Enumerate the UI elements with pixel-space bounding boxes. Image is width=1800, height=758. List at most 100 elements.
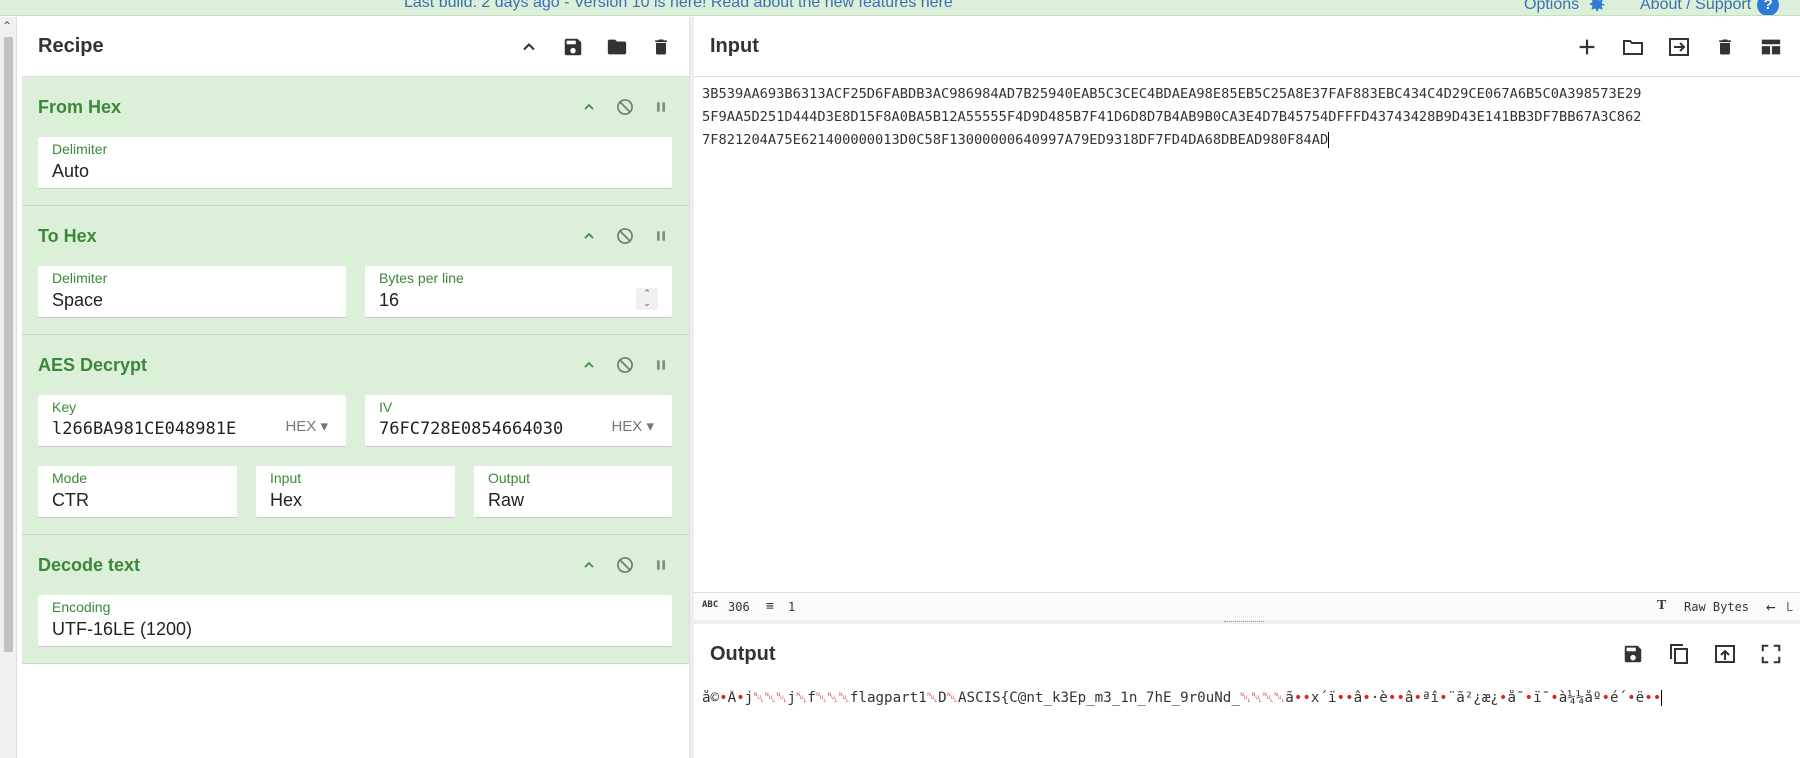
field-value: 76FC728E0854664030 bbox=[379, 419, 564, 439]
collapse-operation-icon[interactable] bbox=[579, 555, 599, 575]
control-char-glyph: • bbox=[736, 690, 745, 706]
recipe-header: Recipe bbox=[22, 17, 689, 77]
control-char-glyph: •• bbox=[1336, 690, 1354, 706]
disable-operation-icon[interactable] bbox=[615, 97, 635, 117]
aes-key-field[interactable]: Key l266BA981CE048981E HEX ▾ bbox=[38, 395, 346, 447]
input-textarea[interactable]: 3B539AA693B6313ACF25D6FABDB3AC986984AD7B… bbox=[702, 83, 1792, 152]
output-text-segment: ·è bbox=[1370, 690, 1388, 706]
text-caret bbox=[1661, 690, 1663, 706]
open-folder-icon[interactable] bbox=[1620, 34, 1646, 60]
output-text-segment: ï¯ bbox=[1533, 690, 1551, 706]
pause-operation-icon[interactable] bbox=[651, 355, 671, 375]
pause-operation-icon[interactable] bbox=[651, 97, 671, 117]
input-line-text: 7F821204A75E621400000013D0C58F1300000064… bbox=[702, 132, 1329, 148]
output-text-segment: é´ bbox=[1610, 690, 1628, 706]
collapse-operation-icon[interactable] bbox=[579, 226, 599, 246]
pause-operation-icon[interactable] bbox=[651, 555, 671, 575]
control-char-glyph: ␀␀␀␀ bbox=[1239, 690, 1286, 706]
output-text-segment: j bbox=[744, 690, 754, 706]
operation-decode-text[interactable]: Decode text Encoding UTF-16LE (1200) bbox=[22, 535, 689, 664]
disable-operation-icon[interactable] bbox=[615, 226, 635, 246]
eol-arrow-icon[interactable]: ← bbox=[1766, 597, 1776, 616]
field-label: Bytes per line bbox=[379, 270, 464, 286]
recipe-title: Recipe bbox=[38, 35, 104, 57]
aes-input-format-field[interactable]: Input Hex bbox=[256, 466, 455, 518]
control-char-glyph: •• bbox=[1293, 690, 1311, 706]
output-text-segment: D bbox=[938, 690, 947, 706]
collapse-all-icon[interactable] bbox=[517, 35, 541, 59]
output-text-segment: å¯ bbox=[1507, 690, 1525, 706]
add-tab-plus-icon[interactable] bbox=[1574, 34, 1600, 60]
version-notice-link[interactable]: Last build: 2 days ago - Version 10 is h… bbox=[404, 0, 953, 12]
replace-input-with-output-icon[interactable] bbox=[1712, 641, 1738, 667]
from-hex-delimiter-field[interactable]: Delimiter Auto bbox=[38, 137, 672, 189]
options-link[interactable]: Options bbox=[1524, 0, 1607, 15]
reset-layout-icon[interactable] bbox=[1758, 34, 1784, 60]
input-length: 306 bbox=[728, 600, 750, 614]
operation-aes-decrypt[interactable]: AES Decrypt Key l266BA981CE048981E HEX ▾… bbox=[22, 335, 689, 535]
operation-to-hex[interactable]: To Hex Delimiter Space Bytes per line 16… bbox=[22, 206, 689, 335]
text-caret bbox=[1328, 132, 1330, 148]
disable-operation-icon[interactable] bbox=[615, 555, 635, 575]
bytes-per-line-field[interactable]: Bytes per line 16 ⌃ ⌄ bbox=[365, 266, 672, 318]
clear-input-trash-icon[interactable] bbox=[1712, 34, 1738, 60]
output-text-segment: ªî bbox=[1422, 690, 1440, 706]
field-value: l266BA981CE048981E bbox=[52, 419, 237, 439]
save-output-icon[interactable] bbox=[1620, 641, 1646, 667]
to-hex-delimiter-field[interactable]: Delimiter Space bbox=[38, 266, 346, 318]
input-line: 5F9AA5D251D444D3E8D15F8A0BA5B12A55555F4D… bbox=[702, 109, 1642, 125]
text-encoding-icon[interactable]: T bbox=[1657, 598, 1666, 614]
field-label: Delimiter bbox=[52, 141, 108, 157]
aes-iv-field[interactable]: IV 76FC728E0854664030 HEX ▾ bbox=[365, 395, 672, 447]
output-textarea[interactable]: å©•Ä•j␀␀␀j␀f␀␀␀flagpart1␀D␀ASCIS{C@nt_k3… bbox=[702, 690, 1792, 706]
gear-icon bbox=[1590, 0, 1605, 12]
control-char-glyph: ␀ bbox=[795, 690, 808, 706]
operation-title: To Hex bbox=[38, 225, 97, 246]
control-char-glyph: • bbox=[1439, 690, 1448, 706]
input-line: 7F821204A75E621400000013D0C58F1300000064… bbox=[702, 129, 1792, 152]
field-value: UTF-16LE (1200) bbox=[52, 619, 193, 639]
scrollbar-thumb[interactable] bbox=[4, 37, 13, 652]
output-text-segment: ¨ã²¿æ¿ bbox=[1447, 690, 1499, 706]
about-support-link[interactable]: About / Support ? bbox=[1640, 0, 1780, 15]
output-text-segment: ã bbox=[1285, 690, 1294, 706]
output-panel: Output å©•Ä•j␀␀␀j␀f␀␀␀flagpart1␀D␀ASCIS{… bbox=[694, 624, 1800, 758]
help-icon: ? bbox=[1757, 0, 1780, 15]
disable-operation-icon[interactable] bbox=[615, 355, 635, 375]
operation-from-hex[interactable]: From Hex Delimiter Auto bbox=[22, 77, 689, 206]
input-title: Input bbox=[710, 35, 759, 57]
open-file-input-icon[interactable] bbox=[1666, 34, 1692, 60]
input-line: 3B539AA693B6313ACF25D6FABDB3AC986984AD7B… bbox=[702, 86, 1642, 102]
output-text-segment: ASCIS{C@nt_k3Ep_m3_1n_7hE_9r0uNd_ bbox=[958, 690, 1240, 706]
collapse-operation-icon[interactable] bbox=[579, 97, 599, 117]
scroll-up-icon[interactable]: ⌃ bbox=[2, 19, 12, 33]
field-label: Output bbox=[488, 470, 531, 486]
collapse-operation-icon[interactable] bbox=[579, 355, 599, 375]
field-label: IV bbox=[379, 399, 393, 415]
output-text-segment: â bbox=[1353, 690, 1363, 706]
control-char-glyph: • bbox=[719, 690, 728, 706]
save-recipe-icon[interactable] bbox=[561, 35, 585, 59]
number-stepper-icon[interactable]: ⌃ ⌄ bbox=[636, 288, 658, 310]
pause-operation-icon[interactable] bbox=[651, 226, 671, 246]
output-title: Output bbox=[710, 642, 776, 665]
encoding-field[interactable]: Encoding UTF-16LE (1200) bbox=[38, 595, 672, 647]
copy-output-icon[interactable] bbox=[1666, 641, 1692, 667]
load-recipe-folder-icon[interactable] bbox=[605, 35, 629, 59]
input-panel: Input 3B539AA693B6313ACF25D6FABDB3AC9869… bbox=[694, 17, 1800, 620]
output-text-segment: x´ï bbox=[1310, 690, 1337, 706]
aes-mode-field[interactable]: Mode CTR bbox=[38, 466, 237, 518]
clear-recipe-trash-icon[interactable] bbox=[649, 35, 673, 59]
iv-format-dropdown[interactable]: HEX ▾ bbox=[611, 417, 654, 435]
recipe-scrollbar[interactable]: ⌃ bbox=[0, 17, 17, 758]
input-encoding[interactable]: Raw Bytes bbox=[1684, 600, 1749, 614]
maximise-output-icon[interactable] bbox=[1758, 641, 1784, 667]
control-char-glyph: ␀␀␀ bbox=[815, 690, 850, 706]
control-char-glyph: ␀ bbox=[946, 690, 958, 706]
output-text-segment: à¼¼åº bbox=[1558, 690, 1602, 706]
resize-grip[interactable] bbox=[1224, 621, 1264, 623]
input-eol[interactable]: L bbox=[1786, 600, 1793, 614]
key-format-dropdown[interactable]: HEX ▾ bbox=[285, 417, 328, 435]
field-value: Raw bbox=[488, 490, 525, 510]
aes-output-format-field[interactable]: Output Raw bbox=[474, 466, 672, 518]
